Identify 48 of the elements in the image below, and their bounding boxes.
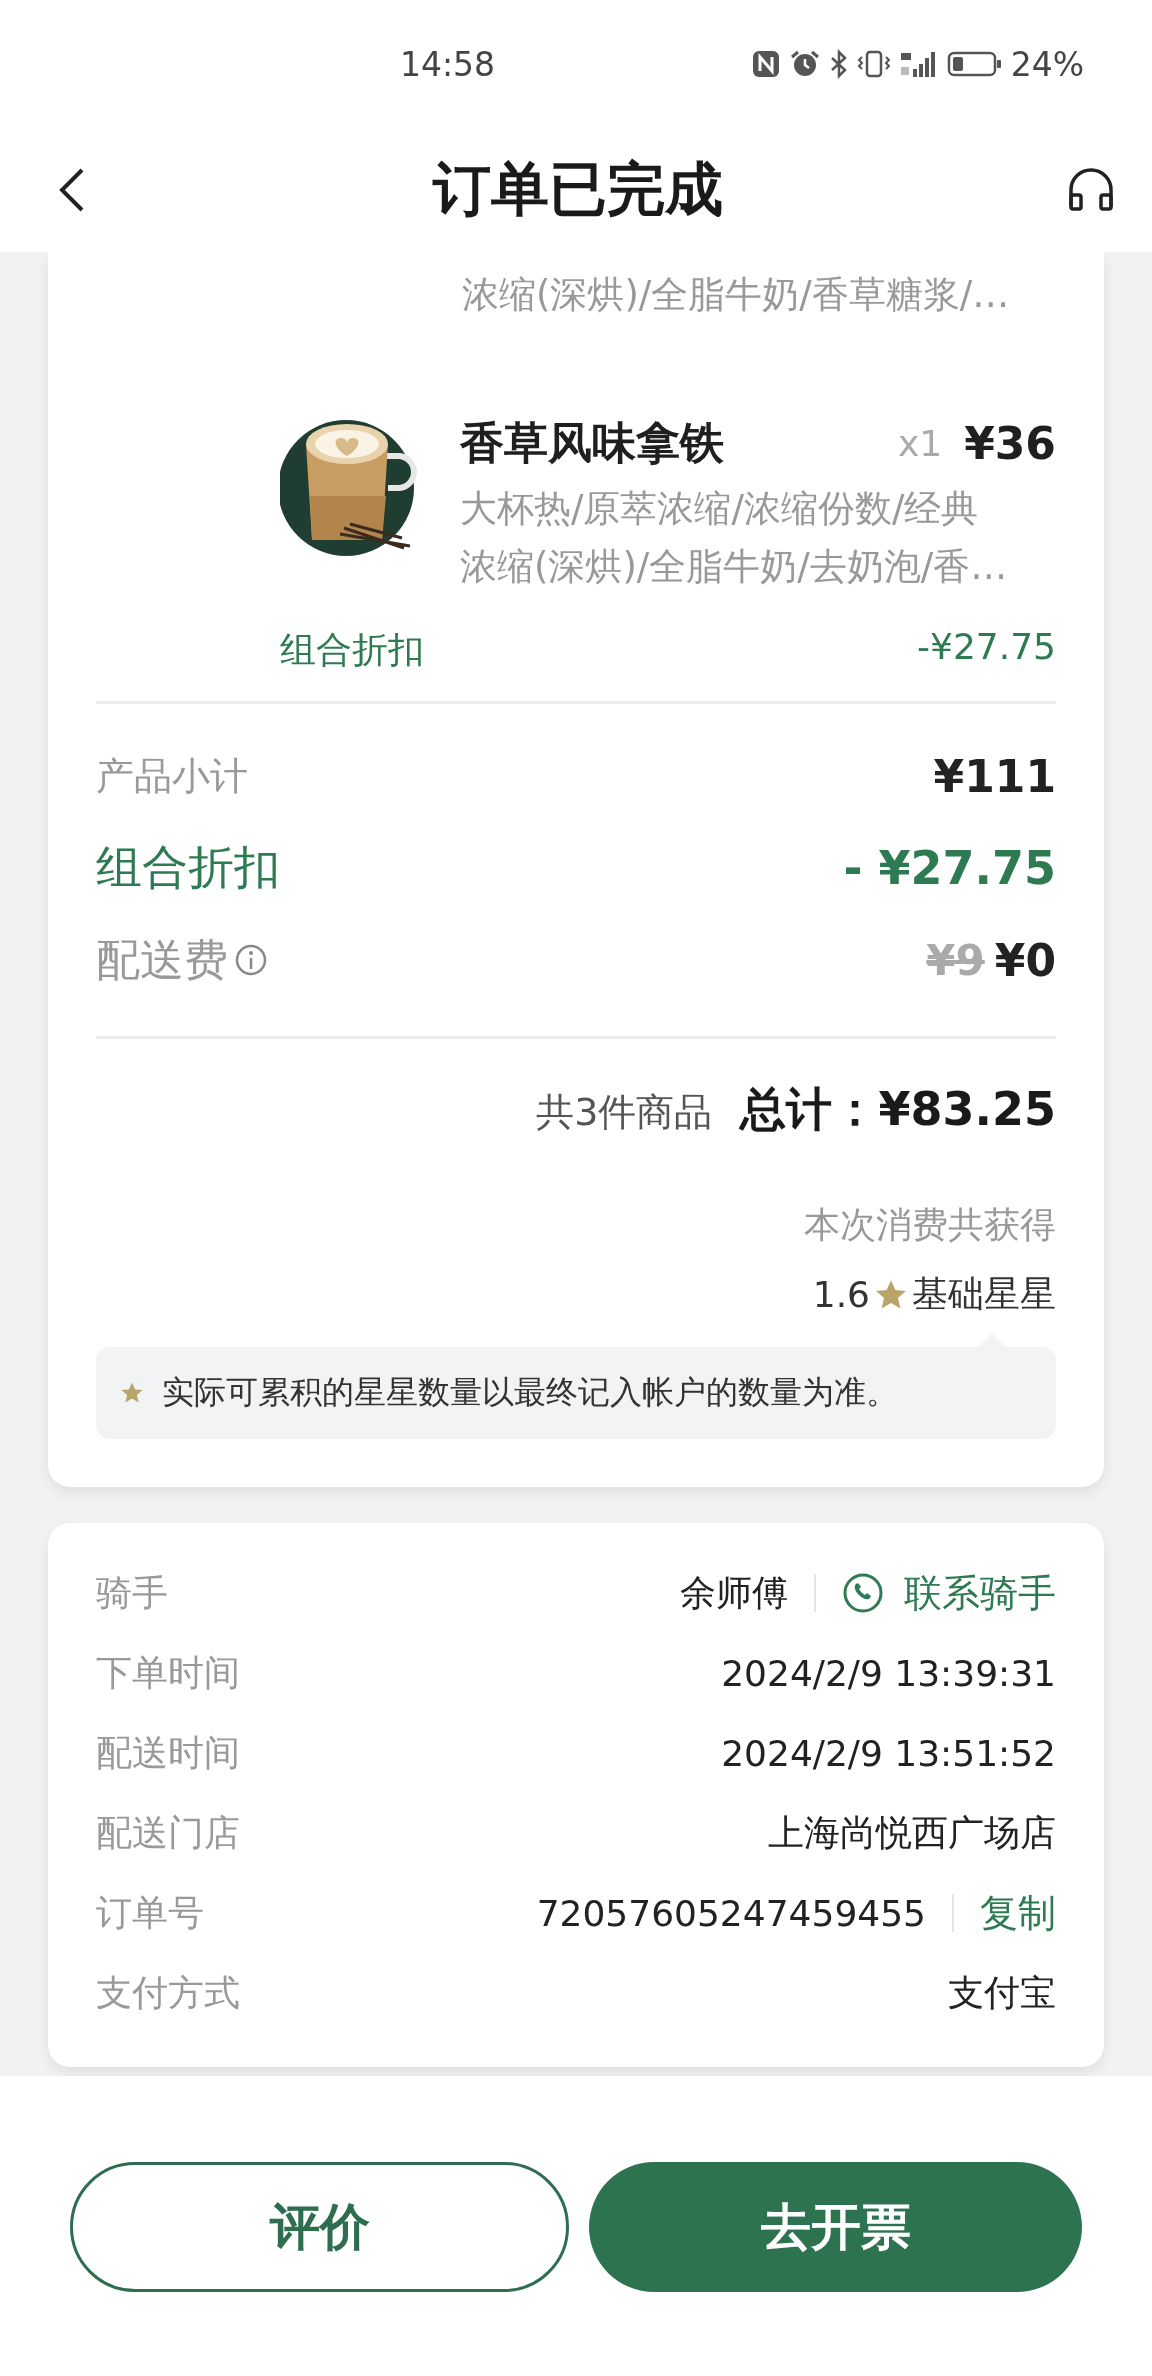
- detail-value: 72057605247459455: [536, 1892, 926, 1934]
- copy-button[interactable]: 复制: [980, 1887, 1056, 1939]
- product-name: 香草风味拿铁: [460, 415, 725, 470]
- discount-amount: -¥27.75: [917, 626, 1056, 669]
- detail-label: 配送门店: [96, 1810, 240, 1855]
- total-label: 总计：: [740, 1081, 879, 1138]
- info-icon[interactable]: [234, 943, 268, 977]
- invoice-button[interactable]: 去开票: [589, 2162, 1082, 2292]
- summary-value: ¥111: [933, 750, 1056, 802]
- summary-label: 配送费: [96, 932, 228, 987]
- star-icon: [120, 1381, 144, 1405]
- nfc-icon: [750, 49, 781, 79]
- summary-label: 产品小计: [96, 752, 248, 800]
- page-title: 订单已完成: [431, 154, 724, 225]
- detail-label: 支付方式: [96, 1970, 240, 2015]
- detail-value: 上海尚悦西广场店: [768, 1810, 1056, 1855]
- review-button[interactable]: 评价: [70, 2162, 569, 2292]
- product-options: 浓缩(深烘)/全脂牛奶/香草糖浆/…: [96, 266, 1056, 324]
- item-count: 共3件商品: [536, 1089, 713, 1136]
- detail-label: 下单时间: [96, 1650, 240, 1695]
- detail-value: 支付宝: [948, 1970, 1056, 2015]
- detail-value: 余师傅: [680, 1570, 788, 1615]
- alarm-icon: [788, 49, 821, 79]
- vibrate-icon: [856, 49, 891, 79]
- battery-icon: [946, 49, 1003, 79]
- summary-value: ¥0: [994, 934, 1056, 986]
- status-time: 14:58: [400, 44, 496, 84]
- detail-label: 配送时间: [96, 1730, 240, 1775]
- discount-label: 组合折扣: [280, 628, 424, 672]
- contact-rider-button[interactable]: 联系骑手: [842, 1567, 1056, 1619]
- battery-level: 24%: [1010, 44, 1084, 84]
- stars-caption: 本次消费共获得: [803, 1203, 1056, 1247]
- note-text: 实际可累积的星星数量以最终记入帐户的数量为准。: [162, 1372, 898, 1413]
- detail-value: 2024/2/9 13:39:31: [721, 1652, 1056, 1694]
- detail-label: 订单号: [96, 1890, 204, 1935]
- original-fee: ¥9: [926, 935, 985, 985]
- stars-amount: 1.6: [812, 1274, 870, 1315]
- product-options: 大杯热/原萃浓缩/浓缩份数/经典: [460, 480, 1056, 538]
- detail-value: 2024/2/9 13:51:52: [721, 1732, 1056, 1774]
- summary-label: 组合折扣: [96, 839, 280, 896]
- product-quantity: x1: [897, 422, 943, 464]
- stars-label: 基础星星: [912, 1272, 1056, 1316]
- product-price: ¥36: [964, 417, 1056, 469]
- summary-value: - ¥27.75: [843, 841, 1056, 895]
- detail-label: 骑手: [96, 1570, 168, 1615]
- total-amount: ¥83.25: [878, 1082, 1056, 1136]
- product-options: 浓缩(深烘)/全脂牛奶/去奶泡/香…: [460, 538, 1056, 596]
- phone-icon: [842, 1572, 884, 1614]
